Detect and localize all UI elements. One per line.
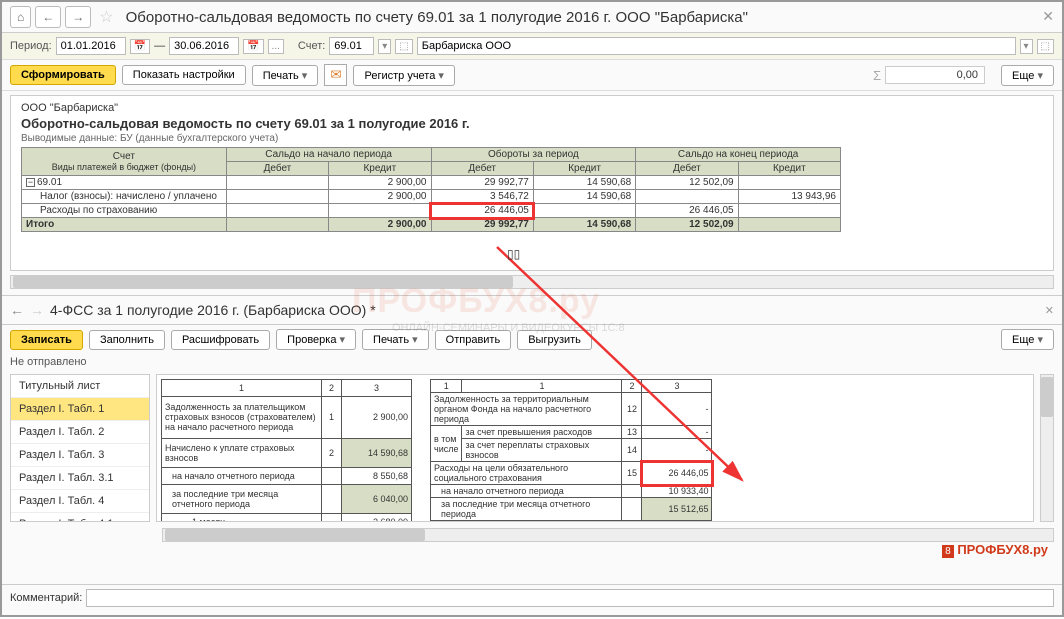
hscrollbar-top[interactable]: [10, 275, 1054, 289]
comment-input[interactable]: [86, 589, 1054, 607]
table-row: 1 месяц2 680,00: [162, 513, 412, 522]
hscrollbar-doc[interactable]: [162, 528, 1054, 542]
period-select-button[interactable]: ...: [268, 39, 284, 54]
calendar-to-icon[interactable]: 📅: [243, 39, 263, 54]
account-select-button[interactable]: ▾: [378, 39, 391, 54]
report-org: ООО "Барбариска": [21, 102, 1043, 114]
print-button-2[interactable]: Печать: [362, 329, 429, 350]
table-row[interactable]: Расходы по страхованию 26 446,05 26 446,…: [22, 204, 841, 218]
table-row: Задолженность за территориальным органом…: [431, 393, 712, 426]
back-arrow-icon[interactable]: ←: [10, 302, 24, 318]
back-button[interactable]: ←: [35, 6, 61, 28]
mail-icon[interactable]: ✉: [324, 64, 347, 86]
collapse-icon[interactable]: −: [26, 178, 35, 187]
page-title: Оборотно-сальдовая ведомость по счету 69…: [126, 9, 748, 26]
table-row-total: Итого 2 900,00 29 992,77 14 590,68 12 50…: [22, 218, 841, 232]
brand-logo: 8 ПРОФБУХ8.ру: [942, 542, 1048, 557]
close-icon-2[interactable]: ✕: [1045, 304, 1054, 317]
form-right-table: 1123 Задолженность за территориальным ор…: [430, 379, 712, 522]
export-button[interactable]: Выгрузить: [517, 330, 592, 350]
th-account: СчетВиды платежей в бюджет (фонды): [22, 148, 227, 176]
period-bar: Период: 📅 — 📅 ... Счет: ▾ ⬚ ▾ ⬚: [2, 33, 1062, 60]
register-button[interactable]: Регистр учета: [353, 65, 454, 86]
table-row: Начислено к уплате страховых взносов214 …: [162, 438, 412, 467]
th-turnover: Обороты за период: [431, 148, 636, 162]
save-button[interactable]: Записать: [10, 330, 83, 350]
nav-item-title[interactable]: Титульный лист: [11, 375, 149, 398]
section2-titlebar: ← → 4-ФСС за 1 полугодие 2016 г. (Барбар…: [2, 295, 1062, 325]
th-saldo-end: Сальдо на конец периода: [636, 148, 841, 162]
more-button[interactable]: Еще: [1001, 65, 1054, 86]
table-row: за последние три месяца отчетного период…: [162, 484, 412, 513]
nav-item-r1t31[interactable]: Раздел I. Табл. 3.1: [11, 467, 149, 490]
table-row: 1 месяц15 512,65: [431, 521, 712, 523]
highlighted-cell-turnover: 26 446,05: [431, 204, 533, 218]
org-open-button[interactable]: ⬚: [1037, 39, 1054, 54]
check-button[interactable]: Проверка: [276, 329, 356, 350]
form-button[interactable]: Сформировать: [10, 65, 116, 85]
print-button[interactable]: Печать: [252, 65, 319, 86]
table-row: Задолженность за плательщиком страховых …: [162, 396, 412, 438]
period-label: Период:: [10, 40, 52, 52]
table-row: за последние три месяца отчетного период…: [431, 498, 712, 521]
date-to-input[interactable]: [169, 37, 239, 55]
highlighted-cell-expense: 26 446,05: [642, 462, 712, 485]
table-row: Расходы на цели обязательного социальног…: [431, 462, 712, 485]
table-row: на начало отчетного периода10 933,40: [431, 485, 712, 498]
report-area: ООО "Барбариска" Оборотно-сальдовая ведо…: [10, 95, 1054, 271]
favorite-icon[interactable]: ☆: [99, 7, 113, 27]
nav-item-r1t2[interactable]: Раздел I. Табл. 2: [11, 421, 149, 444]
org-input[interactable]: [417, 37, 1016, 55]
form-left-table: 123 Задолженность за плательщиком страхо…: [161, 379, 412, 522]
top-toolbar: ⌂ ← → ☆ Оборотно-сальдовая ведомость по …: [2, 2, 1062, 33]
send-button[interactable]: Отправить: [435, 330, 512, 350]
nav-list: Титульный лист Раздел I. Табл. 1 Раздел …: [10, 374, 150, 522]
th-saldo-begin: Сальдо на начало периода: [226, 148, 431, 162]
status-not-sent: Не отправлено: [2, 354, 1062, 370]
nav-item-r1t4[interactable]: Раздел I. Табл. 4: [11, 490, 149, 513]
report-subtitle: Выводимые данные: БУ (данные бухгалтерск…: [21, 133, 1043, 144]
table-row: за счет переплаты страховых взносов14-: [431, 439, 712, 462]
show-settings-button[interactable]: Показать настройки: [122, 65, 246, 85]
home-button[interactable]: ⌂: [10, 6, 31, 28]
nav-item-r1t3[interactable]: Раздел I. Табл. 3: [11, 444, 149, 467]
lower-body: Титульный лист Раздел I. Табл. 1 Раздел …: [2, 370, 1062, 526]
account-input[interactable]: [329, 37, 374, 55]
table-row[interactable]: −69.01 2 900,00 29 992,77 14 590,68 12 5…: [22, 176, 841, 190]
forward-arrow-icon[interactable]: →: [30, 302, 44, 318]
doc-area[interactable]: 123 Задолженность за плательщиком страхо…: [156, 374, 1034, 522]
table-row: в том числеза счет превышения расходов13…: [431, 426, 712, 439]
calendar-from-icon[interactable]: 📅: [130, 39, 150, 54]
more-button-2[interactable]: Еще: [1001, 329, 1054, 350]
date-from-input[interactable]: [56, 37, 126, 55]
comment-bar: Комментарий:: [2, 584, 1062, 611]
sum-value: 0,00: [885, 66, 985, 84]
account-open-button[interactable]: ⬚: [395, 39, 412, 54]
action-bar: Сформировать Показать настройки Печать ✉…: [2, 60, 1062, 91]
osv-table: СчетВиды платежей в бюджет (фонды) Сальд…: [21, 147, 841, 232]
fill-button[interactable]: Заполнить: [89, 330, 165, 350]
decrypt-button[interactable]: Расшифровать: [171, 330, 270, 350]
section2-title: 4-ФСС за 1 полугодие 2016 г. (Барбариска…: [50, 302, 376, 318]
period-dash: —: [154, 40, 165, 52]
nav-item-r1t1[interactable]: Раздел I. Табл. 1: [11, 398, 149, 421]
sigma-icon: Σ: [873, 68, 881, 83]
table-row[interactable]: Налог (взносы): начислено / уплачено 2 9…: [22, 190, 841, 204]
forward-button[interactable]: →: [65, 6, 91, 28]
table-row: на начало отчетного периода8 550,68: [162, 467, 412, 484]
account-label: Счет:: [298, 40, 325, 52]
org-select-button[interactable]: ▾: [1020, 39, 1033, 54]
action-bar-2: Записать Заполнить Расшифровать Проверка…: [2, 325, 1062, 354]
comment-label: Комментарий:: [10, 592, 82, 604]
nav-item-r1t41[interactable]: Раздел I. Табл. 4.1: [11, 513, 149, 522]
vscrollbar-doc[interactable]: [1040, 374, 1054, 522]
report-title: Оборотно-сальдовая ведомость по счету 69…: [21, 116, 1043, 131]
close-icon[interactable]: ✕: [1042, 8, 1054, 25]
